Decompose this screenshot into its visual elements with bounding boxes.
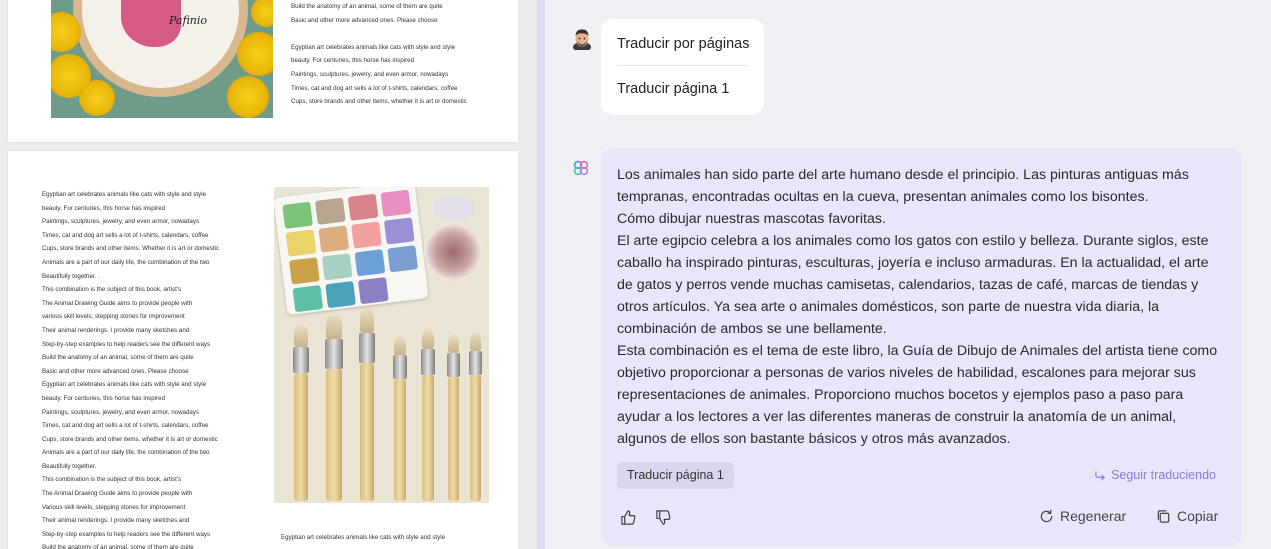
- watercolor-palette: [274, 187, 429, 316]
- pdf-page-1: Pafinio Build the anatomy of an animal, …: [8, 0, 518, 142]
- assistant-text-line: tempranas, encontradas ocultas en la cue…: [617, 189, 1149, 205]
- pdf-text-line: beauty. For centuries, this horse has in…: [42, 204, 166, 212]
- pdf-text-line: Paintings, sculptures, jewelry, and even…: [42, 408, 200, 416]
- assistant-text-line: Los animales han sido parte del arte hum…: [617, 167, 1189, 183]
- continue-translating-link[interactable]: Seguir traduciendo: [1094, 468, 1216, 482]
- assistant-text-line: algunos de ellos son bastante básicos y …: [617, 431, 1011, 447]
- thumbs-up-button[interactable]: [619, 508, 637, 526]
- user-message-divider: [617, 65, 748, 66]
- copy-label: Copiar: [1177, 508, 1219, 524]
- pdf-viewer[interactable]: Pafinio Build the anatomy of an animal, …: [0, 0, 537, 549]
- user-message-line2: Traducir página 1: [617, 81, 730, 97]
- pdf-text-line: Beautifully together.: [42, 462, 97, 470]
- assistant-text-line: de gatos y perros vende muchas camisetas…: [617, 277, 1199, 293]
- pdf-text-line: Egyptian art celebrates animals like cat…: [291, 43, 456, 51]
- thumbs-down-icon: [655, 509, 670, 525]
- pdf-text-line: Beautifully together. .: [42, 272, 100, 280]
- pdf-text-line: beauty. For centuries, this horse has in…: [42, 394, 166, 402]
- chat-panel: Traducir por páginas Traducir página 1 L…: [545, 0, 1271, 549]
- watercolor-brushes-image: [274, 187, 489, 503]
- continue-translating-label: Seguir traduciendo: [1111, 468, 1216, 482]
- pdf-text-line: Animals are a part of our daily life, th…: [42, 258, 210, 266]
- user-message-line1: Traducir por páginas: [617, 36, 750, 52]
- pdf-text-line: Their animal renderings. I provide many …: [42, 326, 190, 334]
- assistant-message-text: Los animales han sido parte del arte hum…: [617, 164, 1227, 450]
- pdf-text-line: Basic and other more advanced ones. Plea…: [42, 367, 189, 375]
- pdf-text-line: Paintings, sculptures, jewelry, and even…: [291, 70, 449, 78]
- pdf-text-line: Animals are a part of our daily life, th…: [42, 449, 210, 457]
- pdf-text-line: Egyptian art celebrates animals like cat…: [42, 381, 207, 389]
- user-message-bubble: Traducir por páginas Traducir página 1: [601, 19, 764, 115]
- pdf-text-line: Step-by-step examples to help readers se…: [42, 340, 211, 348]
- hoop-text: Pafinio: [169, 14, 208, 27]
- thumbs-down-button[interactable]: [654, 508, 672, 526]
- regenerate-button[interactable]: Regenerar: [1039, 508, 1126, 524]
- pane-divider[interactable]: [537, 0, 545, 549]
- pdf-text-line: Build the anatomy of an animal, some of …: [42, 354, 194, 362]
- assistant-text-line: El arte egipcio celebra a los animales c…: [617, 233, 1209, 249]
- thumbs-up-icon: [620, 509, 635, 525]
- copy-button[interactable]: Copiar: [1156, 508, 1218, 524]
- copy-icon: [1157, 509, 1170, 523]
- pdf-text-line: This combination is the subject of this …: [42, 286, 182, 294]
- pdf-page-2: Egyptian art celebrates animals like cat…: [8, 151, 518, 549]
- assistant-text-line: objetivo proporcionar a personas de vari…: [617, 365, 1196, 381]
- reply-arrow-icon: [1095, 470, 1105, 480]
- assistant-text-line: ayudar a los lectores a ver las diferent…: [617, 409, 1177, 425]
- page2-caption: Egyptian art celebrates animals like cat…: [281, 534, 446, 541]
- user-avatar: [573, 29, 591, 50]
- pdf-text-line: Times, cat and dog art sells a lot of t-…: [291, 84, 458, 92]
- pdf-text-line: Cups, store brands and other items. whet…: [42, 435, 218, 443]
- pdf-text-line: Build the anatomy of an animal, some of …: [42, 544, 194, 549]
- page2-text-block: Egyptian art celebrates animals like cat…: [42, 188, 219, 549]
- pdf-text-line: Paintings, sculptures, jewelry, and even…: [42, 218, 200, 226]
- pdf-text-line: [291, 27, 467, 41]
- regenerate-label: Regenerar: [1060, 508, 1127, 524]
- assistant-text-line: Cómo dibujar nuestras mascotas favoritas…: [617, 211, 886, 227]
- pdf-text-line: various skill levels, stepping stones fo…: [42, 313, 185, 321]
- pdf-text-line: beauty. For centuries, this horse has in…: [291, 57, 415, 65]
- pdf-text-line: Times, cat and dog art sells a lot of t-…: [42, 422, 209, 430]
- assistant-text-line: representaciones de animales. Proporcion…: [617, 387, 1184, 403]
- pdf-text-line: Their animal renderings. I provide many …: [42, 517, 190, 525]
- pdf-text-line: Build the anatomy of an animal, some of …: [291, 3, 443, 10]
- pdf-text-line: Step-by-step examples to help readers se…: [42, 530, 211, 538]
- pdf-text-line: This combination is the subject of this …: [42, 476, 182, 484]
- pdf-text-line: Cups, store brands and other items, whet…: [291, 98, 467, 106]
- assistant-text-line: otros artículos. Ya sea arte o animales …: [617, 299, 1160, 315]
- pdf-text-line: Egyptian art celebrates animals like cat…: [42, 191, 207, 198]
- pdf-text-line: Cups, store brands and other items. Whet…: [42, 245, 220, 253]
- embroidery-hoop-image: Pafinio: [51, 0, 273, 118]
- quote-chip[interactable]: Traducir página 1: [617, 462, 734, 489]
- assistant-text-line: combinación de ambos se une bellamente.: [617, 321, 887, 337]
- pdf-text-line: The Animal Drawing Guide aims to provide…: [42, 299, 193, 307]
- pdf-text-line: Various skill levels, stepping stones fo…: [42, 503, 186, 511]
- pdf-text-line: Basic and other more advanced ones. Plea…: [291, 16, 438, 24]
- pdf-text-line: Times, cat and dog art sells a lot of t-…: [42, 231, 209, 239]
- page1-text-block: Build the anatomy of an animal, some of …: [291, 0, 467, 109]
- assistant-text-line: Esta combinación es el tema de este libr…: [617, 343, 1218, 359]
- assistant-logo-icon: [573, 160, 589, 176]
- refresh-icon: [1040, 509, 1053, 522]
- assistant-message-bubble: Los animales han sido parte del arte hum…: [601, 148, 1242, 546]
- assistant-text-line: caballo ha inspirado pinturas, escultura…: [617, 255, 1209, 271]
- pdf-text-line: The Animal Drawing Guide aims to provide…: [42, 490, 193, 498]
